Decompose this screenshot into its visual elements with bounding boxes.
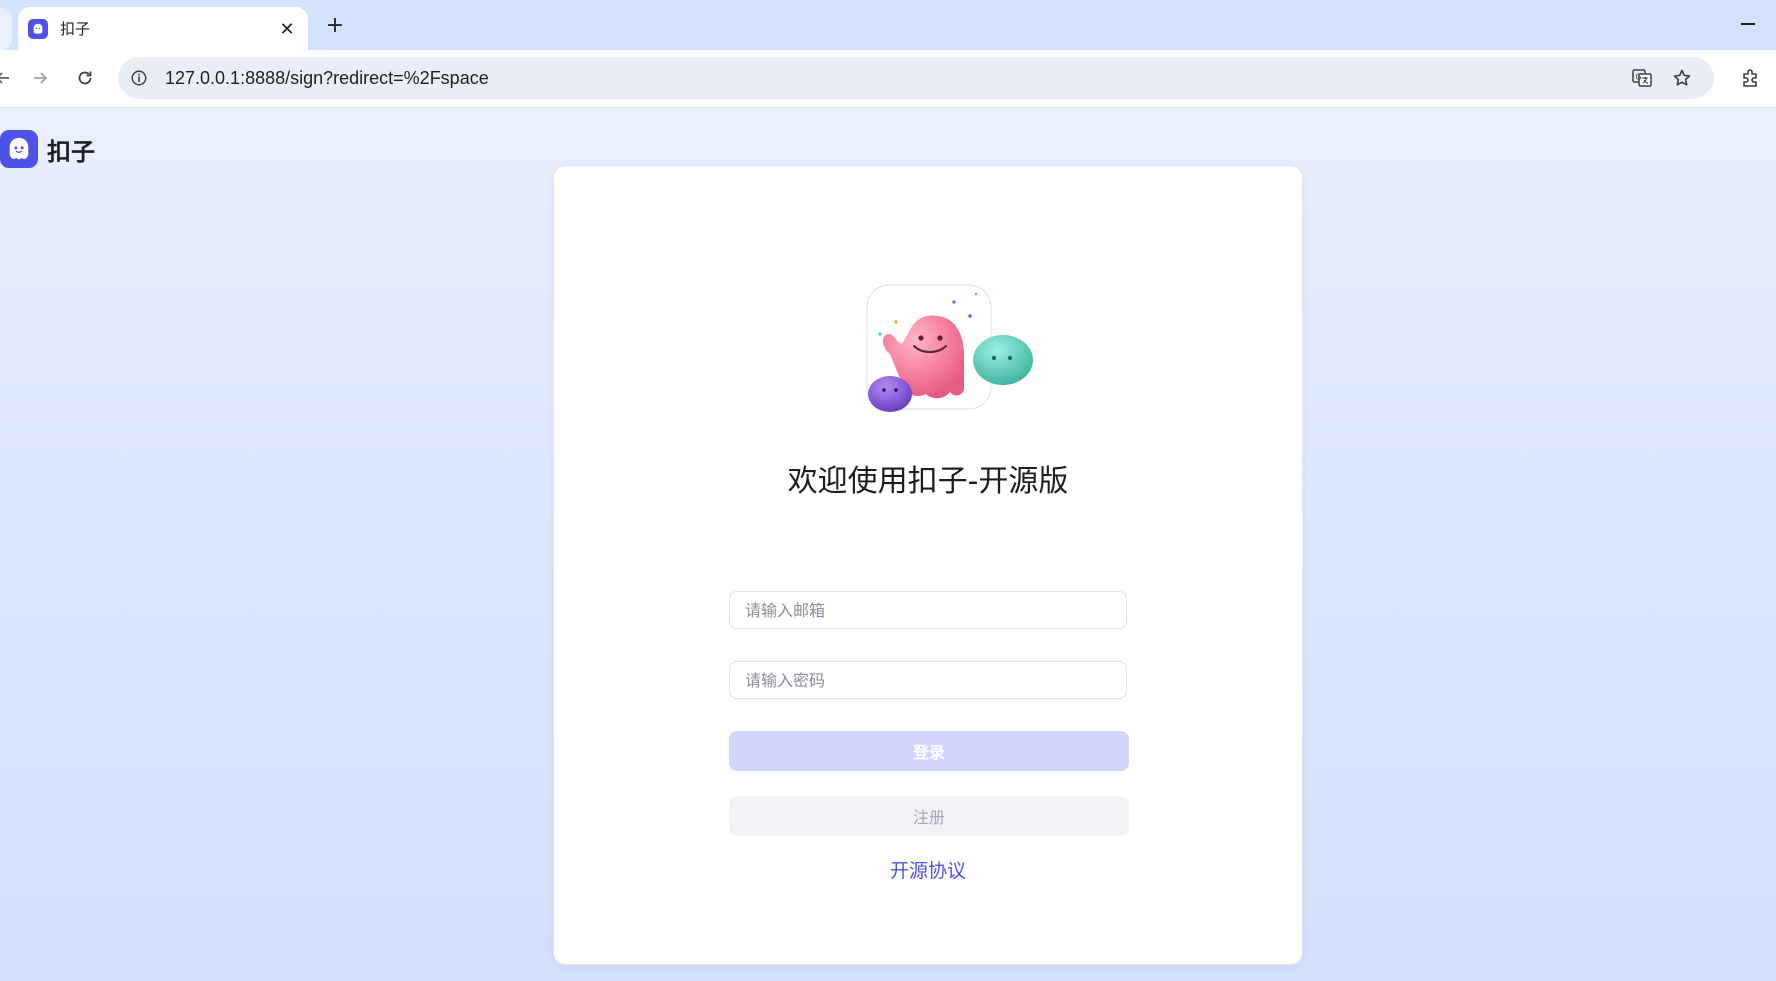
back-icon[interactable]	[0, 63, 18, 93]
tab-title: 扣子	[60, 20, 91, 38]
close-tab-icon[interactable]: ✕	[276, 18, 298, 40]
bookmark-star-icon[interactable]	[1670, 66, 1694, 90]
extensions-icon[interactable]	[1738, 65, 1764, 91]
new-tab-button[interactable]: +	[322, 12, 348, 38]
register-button[interactable]: 注册	[729, 796, 1129, 836]
login-card: 欢迎使用扣子-开源版 登录 注册 开源协议	[553, 165, 1303, 965]
reload-icon[interactable]	[70, 63, 100, 93]
address-bar[interactable]: 127.0.0.1:8888/sign?redirect=%2Fspace G	[118, 57, 1714, 99]
previous-tab-edge[interactable]	[0, 8, 12, 50]
coze-logo-icon	[0, 130, 38, 168]
email-field[interactable]	[729, 591, 1127, 629]
mascot-illustration	[866, 284, 1036, 414]
login-button[interactable]: 登录	[729, 731, 1129, 771]
welcome-title: 欢迎使用扣子-开源版	[787, 464, 1069, 499]
translate-icon[interactable]: G	[1630, 66, 1654, 90]
svg-text:G: G	[1636, 73, 1642, 82]
open-source-license-link[interactable]: 开源协议	[554, 856, 1302, 883]
brand-name: 扣子	[47, 137, 95, 166]
site-info-icon[interactable]	[128, 67, 150, 89]
browser-toolbar: 127.0.0.1:8888/sign?redirect=%2Fspace G	[0, 50, 1776, 108]
url-text[interactable]: 127.0.0.1:8888/sign?redirect=%2Fspace	[165, 68, 489, 89]
brand-header: 扣子	[0, 130, 95, 168]
page-background: 扣子 欢迎使用扣子-开源版 请输入邮箱 登录 注册 开源协议	[0, 108, 1776, 981]
coze-favicon-icon	[28, 18, 48, 39]
minimize-icon[interactable]	[1734, 12, 1762, 36]
forward-icon[interactable]	[25, 63, 55, 93]
browser-tab[interactable]: 扣子 ✕	[18, 7, 308, 50]
browser-tab-bar: 扣子 ✕ +	[0, 0, 1776, 50]
password-field[interactable]	[729, 661, 1127, 699]
